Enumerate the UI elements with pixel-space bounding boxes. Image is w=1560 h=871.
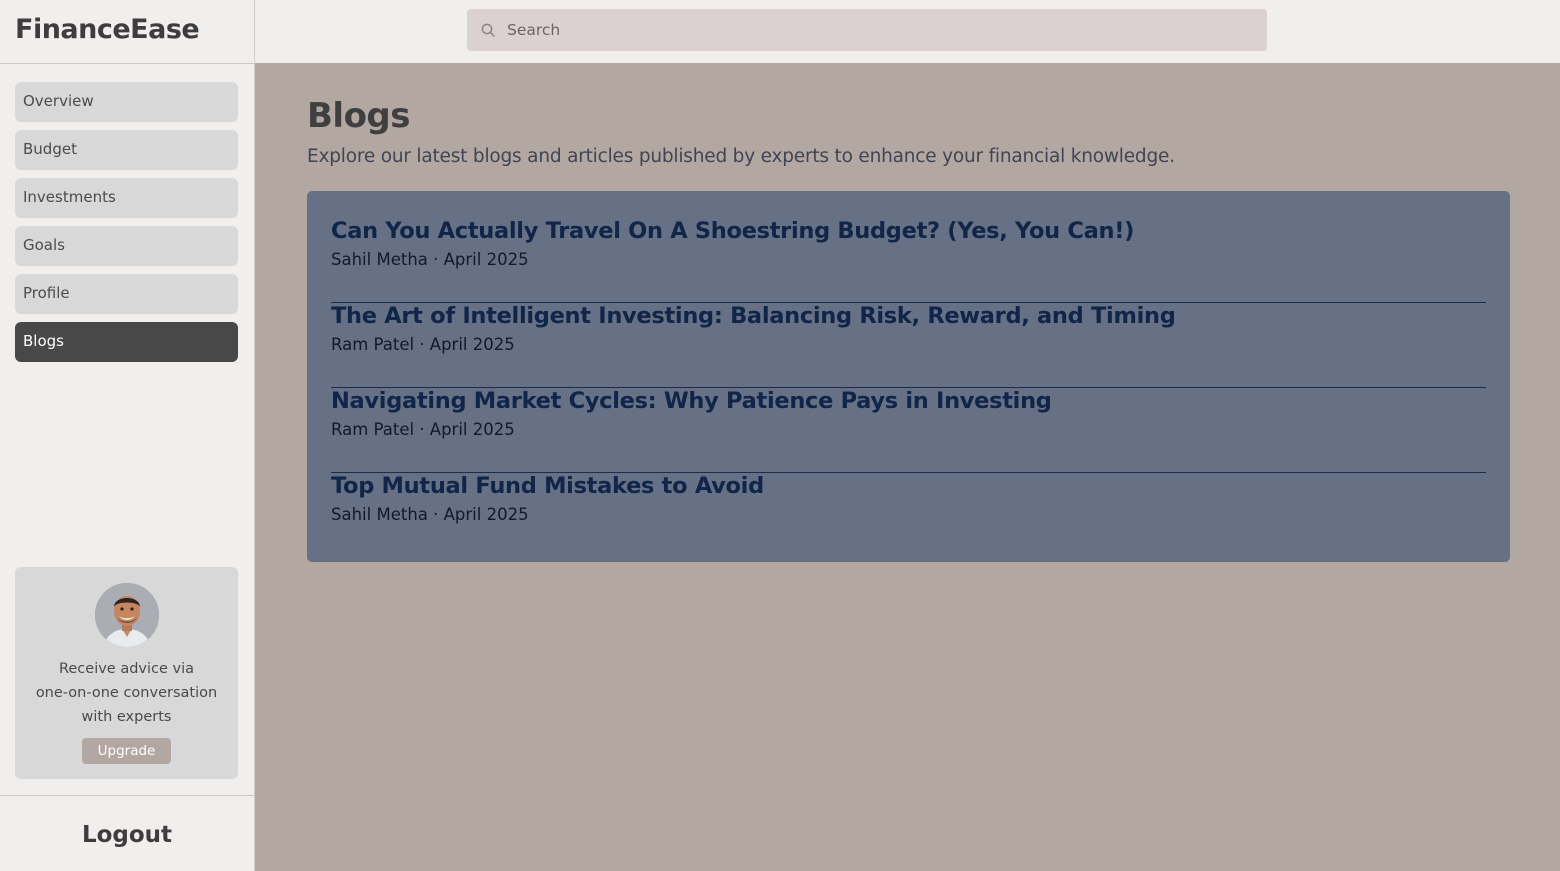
search-icon xyxy=(481,23,495,37)
sidebar-item-goals[interactable]: Goals xyxy=(15,226,238,266)
blog-title-link[interactable]: The Art of Intelligent Investing: Balanc… xyxy=(331,303,1486,329)
logout-button[interactable]: Logout xyxy=(0,822,254,848)
blog-meta: Ram Patel · April 2025 xyxy=(331,335,515,354)
top-bar xyxy=(255,0,1560,63)
sidebar-item-investments[interactable]: Investments xyxy=(15,178,238,218)
upgrade-button[interactable]: Upgrade xyxy=(81,738,172,764)
main-content: Blogs Explore our latest blogs and artic… xyxy=(307,96,1510,562)
page-subtitle: Explore our latest blogs and articles pu… xyxy=(307,146,1175,167)
sidebar-item-blogs[interactable]: Blogs xyxy=(15,322,238,362)
expert-avatar-image xyxy=(94,583,159,647)
blog-title-link[interactable]: Top Mutual Fund Mistakes to Avoid xyxy=(331,473,1486,499)
blog-list: Can You Actually Travel On A Shoestring … xyxy=(307,191,1510,562)
blog-title-link[interactable]: Can You Actually Travel On A Shoestring … xyxy=(331,218,1486,244)
search-input[interactable] xyxy=(507,9,1247,51)
blog-meta: Sahil Metha · April 2025 xyxy=(331,505,529,524)
sidebar-item-profile[interactable]: Profile xyxy=(15,274,238,314)
blog-list-item: Top Mutual Fund Mistakes to Avoid Sahil … xyxy=(331,473,1486,558)
expert-avatar xyxy=(94,583,159,647)
promo-text: Receive advice via one-on-one conversati… xyxy=(15,657,238,729)
promo-line-2: one-on-one conversation xyxy=(35,685,218,701)
search-bar xyxy=(467,9,1267,51)
upgrade-promo-card: Receive advice via one-on-one conversati… xyxy=(15,567,238,779)
sidebar-item-overview[interactable]: Overview xyxy=(15,82,238,122)
app-root: FinanceEase Overview Budget Investments … xyxy=(0,0,1560,871)
sidebar: FinanceEase Overview Budget Investments … xyxy=(0,0,255,871)
sidebar-divider xyxy=(0,795,254,796)
promo-line-3: with experts xyxy=(81,709,172,725)
page-title: Blogs xyxy=(307,96,411,136)
blog-list-item: Can You Actually Travel On A Shoestring … xyxy=(331,218,1486,303)
sidebar-item-budget[interactable]: Budget xyxy=(15,130,238,170)
blog-title-link[interactable]: Navigating Market Cycles: Why Patience P… xyxy=(331,388,1486,414)
blog-meta: Ram Patel · April 2025 xyxy=(331,420,515,439)
blog-meta: Sahil Metha · April 2025 xyxy=(331,250,529,269)
blog-list-item: Navigating Market Cycles: Why Patience P… xyxy=(331,388,1486,473)
sidebar-nav: Overview Budget Investments Goals Profil… xyxy=(0,64,254,362)
promo-line-1: Receive advice via xyxy=(58,661,195,677)
blog-list-item: The Art of Intelligent Investing: Balanc… xyxy=(331,303,1486,388)
brand-logo: FinanceEase xyxy=(0,0,254,64)
